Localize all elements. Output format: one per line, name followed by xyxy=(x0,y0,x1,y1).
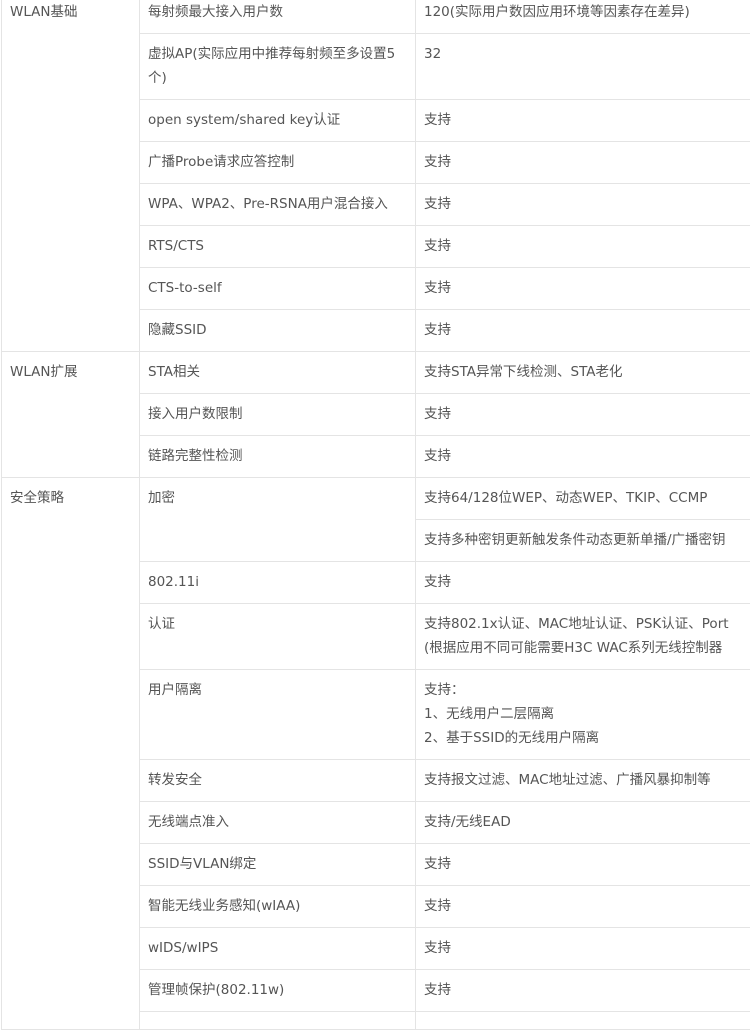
feature-cell: 无线端点准入 xyxy=(140,802,416,844)
value-line: 支持 xyxy=(424,192,750,216)
feature-cell: 链路完整性检测 xyxy=(140,436,416,478)
feature-cell: 隐藏SSID xyxy=(140,310,416,352)
value-cell: 支持 xyxy=(416,562,750,604)
feature-cell: CTS-to-self xyxy=(140,268,416,310)
feature-cell: STA相关 xyxy=(140,352,416,394)
value-cell: 支持802.1x认证、MAC地址认证、PSK认证、Port(根据应用不同可能需要… xyxy=(416,604,750,670)
category-cell: WLAN扩展 xyxy=(2,352,140,478)
value-cell: 支持 xyxy=(416,394,750,436)
value-line: 支持 xyxy=(424,276,750,300)
value-cell: 支持 xyxy=(416,844,750,886)
value-line: 支持 xyxy=(424,234,750,258)
value-line: 120(实际用户数因应用环境等因素存在差异) xyxy=(424,0,750,24)
category-cell: WLAN基础 xyxy=(2,0,140,352)
feature-cell: 智能无线业务感知(wIAA) xyxy=(140,886,416,928)
feature-cell: 广播Probe请求应答控制 xyxy=(140,142,416,184)
value-line: 支持 xyxy=(424,444,750,468)
value-line: 支持 xyxy=(424,150,750,174)
table-row: 安全策略加密支持64/128位WEP、动态WEP、TKIP、CCMP xyxy=(2,478,750,520)
value-cell: 120(实际用户数因应用环境等因素存在差异) xyxy=(416,0,750,34)
spec-table: WLAN基础每射频最大接入用户数 120(实际用户数因应用环境等因素存在差异) 虚拟… xyxy=(1,0,750,1030)
value-line: 2、基于SSID的无线用户隔离 xyxy=(424,726,750,750)
feature-cell: 用户隔离 xyxy=(140,670,416,760)
value-line: 支持 xyxy=(424,318,750,342)
value-cell: 32 xyxy=(416,34,750,100)
value-line: 支持： xyxy=(424,678,750,702)
feature-cell: open system/shared key认证 xyxy=(140,100,416,142)
feature-cell: 管理帧保护(802.11w) xyxy=(140,970,416,1012)
feature-cell: SSID与VLAN绑定 xyxy=(140,844,416,886)
feature-cell: RTS/CTS xyxy=(140,226,416,268)
feature-cell: 接入用户数限制 xyxy=(140,394,416,436)
feature-cell: 加密 xyxy=(140,478,416,562)
feature-cell: 认证 xyxy=(140,604,416,670)
table-row: WLAN扩展STA相关支持STA异常下线检测、STA老化 xyxy=(2,352,750,394)
value-cell: 支持：1、无线用户二层隔离2、基于SSID的无线用户隔离 xyxy=(416,670,750,760)
category-cell: 安全策略 xyxy=(2,478,140,1030)
value-cell: 支持 xyxy=(416,970,750,1012)
value-line: 支持/无线EAD xyxy=(424,810,750,834)
value-line: 支持 xyxy=(424,108,750,132)
value-line: 支持 xyxy=(424,936,750,960)
value-line: 1、无线用户二层隔离 xyxy=(424,702,750,726)
value-cell: 支持 xyxy=(416,436,750,478)
value-cell: 支持 xyxy=(416,100,750,142)
feature-cell: 每射频最大接入用户数 xyxy=(140,0,416,34)
feature-cell: wIDS/wIPS xyxy=(140,928,416,970)
value-line: 支持STA异常下线检测、STA老化 xyxy=(424,360,750,384)
feature-cell: 802.11i xyxy=(140,562,416,604)
feature-cell: WPA、WPA2、Pre-RSNA用户混合接入 xyxy=(140,184,416,226)
value-cell: 支持/无线EAD xyxy=(416,802,750,844)
value-line: 支持 xyxy=(424,570,750,594)
value-line: 支持 xyxy=(424,894,750,918)
feature-cell: 转发安全 xyxy=(140,760,416,802)
feature-cell xyxy=(140,1012,416,1030)
value-cell: 支持STA异常下线检测、STA老化 xyxy=(416,352,750,394)
value-cell: 支持报文过滤、MAC地址过滤、广播风暴抑制等 xyxy=(416,760,750,802)
feature-cell: 虚拟AP(实际应用中推荐每射频至多设置5个) xyxy=(140,34,416,100)
value-cell: 支持 xyxy=(416,184,750,226)
value-line: 支持 xyxy=(424,852,750,876)
value-cell: 支持 xyxy=(416,886,750,928)
value-cell: 支持 xyxy=(416,142,750,184)
value-line: 32 xyxy=(424,42,750,66)
value-line: 支持802.1x认证、MAC地址认证、PSK认证、Port xyxy=(424,612,750,636)
value-cell xyxy=(416,1012,750,1030)
table-row: WLAN基础每射频最大接入用户数120(实际用户数因应用环境等因素存在差异) xyxy=(2,0,750,34)
value-line: (根据应用不同可能需要H3C WAC系列无线控制器 xyxy=(424,636,750,660)
value-line: 支持 xyxy=(424,402,750,426)
spec-table-body: WLAN基础每射频最大接入用户数 120(实际用户数因应用环境等因素存在差异) 虚拟… xyxy=(2,0,750,1030)
value-cell: 支持 xyxy=(416,226,750,268)
value-cell: 支持多种密钥更新触发条件动态更新单播/广播密钥 xyxy=(416,520,750,562)
value-line: 支持报文过滤、MAC地址过滤、广播风暴抑制等 xyxy=(424,768,750,792)
value-cell: 支持64/128位WEP、动态WEP、TKIP、CCMP xyxy=(416,478,750,520)
value-cell: 支持 xyxy=(416,310,750,352)
value-cell: 支持 xyxy=(416,268,750,310)
value-line: 支持 xyxy=(424,978,750,1002)
value-cell: 支持 xyxy=(416,928,750,970)
